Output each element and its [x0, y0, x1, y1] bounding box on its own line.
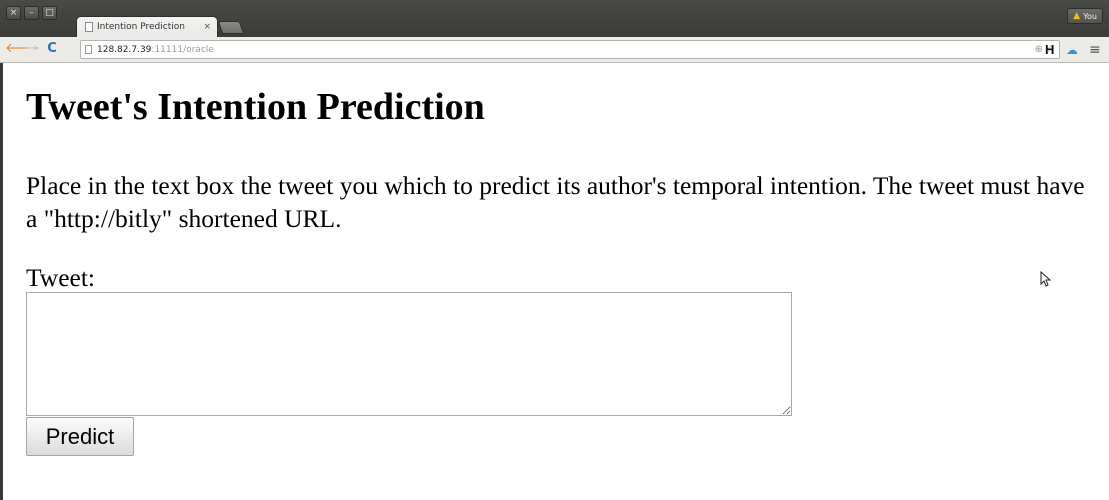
- title-bar: × – □ Intention Prediction × ▲ You: [0, 0, 1109, 37]
- document-icon: [85, 22, 93, 32]
- menu-icon[interactable]: ≡: [1089, 42, 1101, 58]
- close-window-button[interactable]: ×: [6, 6, 21, 20]
- tweet-textarea[interactable]: [26, 292, 792, 416]
- zoom-icon[interactable]: ⊕: [1035, 44, 1043, 55]
- document-icon: [85, 45, 92, 54]
- mouse-pointer-icon: [1040, 271, 1052, 287]
- instructions-text: Place in the text box the tweet you whic…: [26, 171, 1085, 233]
- url-path: :11111/oracle: [151, 44, 214, 55]
- back-arrow-icon[interactable]: 🡐: [5, 41, 40, 57]
- maximize-window-button[interactable]: □: [42, 6, 57, 20]
- browser-toolbar: 🡐 → C 128.82.7.39:11111/oracle ⊕ ☆ H ☁ ≡: [0, 37, 1109, 63]
- minimize-window-button[interactable]: –: [24, 6, 39, 20]
- reload-icon[interactable]: C: [44, 41, 60, 57]
- warning-icon: ▲: [1073, 11, 1081, 21]
- predict-button[interactable]: Predict: [26, 417, 134, 456]
- address-bar[interactable]: 128.82.7.39:11111/oracle ⊕ ☆: [80, 40, 1060, 59]
- new-tab-button[interactable]: [217, 21, 245, 34]
- tab-title: Intention Prediction: [97, 22, 185, 32]
- browser-window: × – □ Intention Prediction × ▲ You 🡐 → C…: [0, 0, 1109, 500]
- forward-arrow-icon[interactable]: →: [24, 41, 40, 57]
- tab-close-icon[interactable]: ×: [203, 22, 211, 32]
- h-extension-icon[interactable]: H: [1045, 42, 1054, 58]
- cloud-extension-icon[interactable]: ☁: [1066, 42, 1078, 58]
- window-controls: × – □: [6, 6, 57, 20]
- profile-button[interactable]: ▲ You: [1067, 8, 1103, 24]
- profile-label: You: [1083, 11, 1097, 21]
- browser-tab[interactable]: Intention Prediction ×: [76, 16, 218, 37]
- url-host: 128.82.7.39: [97, 44, 152, 55]
- tweet-label: Tweet:: [26, 263, 96, 292]
- page-title: Tweet's Intention Prediction: [26, 86, 485, 128]
- window-left-border: [0, 63, 3, 500]
- page-content: Tweet's Intention Prediction Place in th…: [26, 63, 1096, 456]
